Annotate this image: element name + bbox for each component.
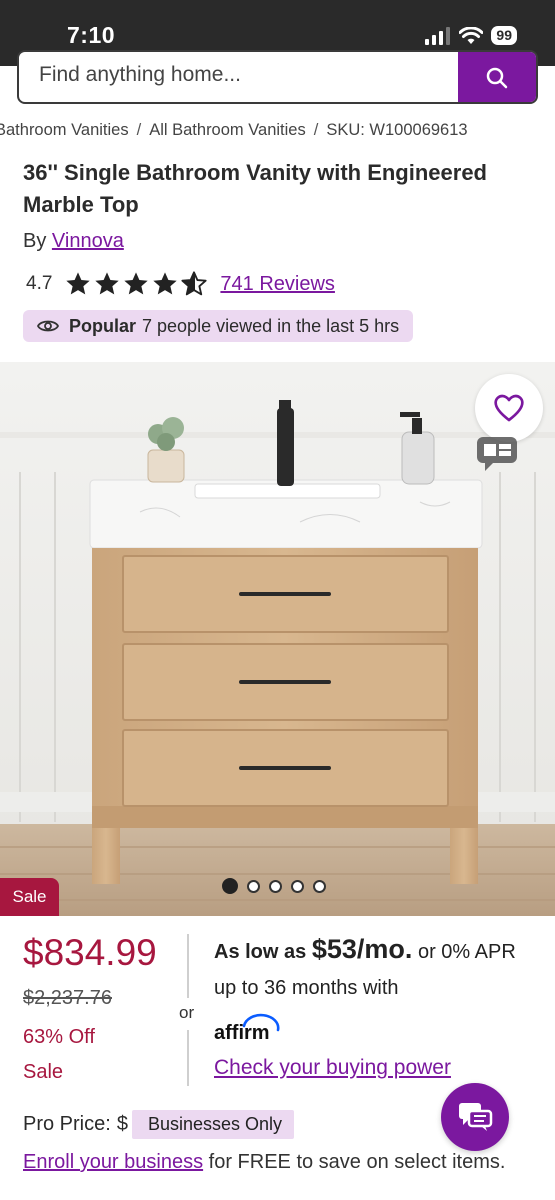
breadcrumb-item-bathroom-vanities[interactable]: Bathroom Vanities bbox=[0, 121, 129, 139]
status-icons: 99 bbox=[425, 26, 517, 45]
sale-tag: Sale bbox=[0, 878, 59, 916]
as-low-as-label: As low as bbox=[214, 941, 307, 963]
search-input[interactable] bbox=[39, 52, 459, 98]
popular-badge: Popular 7 people viewed in the last 5 hr… bbox=[23, 310, 414, 342]
affirm-logo: affirm bbox=[214, 1012, 284, 1047]
breadcrumb-sku: SKU: W100069613 bbox=[326, 121, 468, 139]
sale-price: $834.99 bbox=[23, 932, 157, 973]
image-carousel-dots bbox=[222, 878, 326, 894]
reviews-link[interactable]: 741 Reviews bbox=[220, 273, 335, 296]
chat-button[interactable] bbox=[441, 1083, 509, 1151]
pro-price-label: Pro Price: bbox=[23, 1113, 111, 1135]
pro-price-value: $ bbox=[116, 1113, 128, 1135]
businesses-only-badge: Businesses Only bbox=[131, 1110, 294, 1139]
search-icon bbox=[486, 67, 508, 89]
search-bar bbox=[17, 50, 538, 104]
star-icon bbox=[95, 272, 120, 295]
monthly-price: $53/mo. bbox=[311, 934, 413, 964]
carousel-dot[interactable] bbox=[291, 879, 304, 893]
enroll-business-description: for FREE to save on select items. bbox=[208, 1151, 506, 1173]
sale-label: Sale bbox=[23, 1061, 64, 1083]
enroll-business-text: Enroll your business for FREE to save on… bbox=[23, 1145, 543, 1179]
wifi-icon bbox=[459, 26, 484, 44]
breadcrumb-item-all-bathroom-vanities[interactable]: All Bathroom Vanities bbox=[149, 121, 306, 139]
check-buying-power-link[interactable]: Check your buying power bbox=[214, 1056, 451, 1080]
rating-row: 4.7 741 Reviews bbox=[26, 268, 335, 300]
signal-icon bbox=[425, 26, 451, 45]
carousel-dot[interactable] bbox=[222, 878, 238, 894]
compare-button[interactable] bbox=[459, 420, 535, 486]
compare-icon bbox=[477, 437, 517, 471]
enroll-business-link[interactable]: Enroll your business bbox=[23, 1151, 203, 1173]
product-title: 36'' Single Bathroom Vanity with Enginee… bbox=[23, 160, 487, 217]
star-rating bbox=[64, 270, 208, 298]
carousel-dot[interactable] bbox=[313, 879, 326, 893]
financing-offer: As low as $53/mo. or 0% APR up to 36 mon… bbox=[214, 931, 534, 1006]
half-star-icon bbox=[181, 271, 208, 296]
eye-icon bbox=[37, 320, 59, 332]
status-time: 7:10 bbox=[67, 22, 116, 48]
discount-percent: 63% Off bbox=[23, 1026, 95, 1048]
breadcrumb: Bathroom Vanities / All Bathroom Vanities /… bbox=[0, 121, 555, 140]
brand-link[interactable]: Vinnova bbox=[52, 230, 124, 252]
star-icon bbox=[124, 272, 149, 295]
brand-by-label: By bbox=[23, 230, 47, 252]
star-icon bbox=[153, 272, 178, 295]
star-icon bbox=[66, 272, 91, 295]
carousel-dot[interactable] bbox=[247, 879, 260, 893]
battery-indicator: 99 bbox=[491, 26, 517, 45]
rating-value: 4.7 bbox=[26, 273, 53, 294]
popular-text: 7 people viewed in the last 5 hrs bbox=[142, 315, 400, 336]
divider bbox=[187, 1030, 189, 1086]
pro-price-row: Pro Price: $ Businesses Only bbox=[23, 1110, 294, 1139]
breadcrumb-separator: / bbox=[313, 121, 319, 139]
or-separator: or bbox=[179, 1001, 195, 1025]
breadcrumb-separator: / bbox=[136, 121, 142, 139]
search-button[interactable] bbox=[458, 52, 536, 102]
divider bbox=[187, 934, 189, 998]
popular-label: Popular bbox=[69, 315, 137, 336]
original-price: $2,237.76 bbox=[23, 987, 112, 1009]
carousel-dot[interactable] bbox=[269, 879, 282, 893]
affirm-wordmark: affirm bbox=[214, 1022, 270, 1042]
product-brand: By Vinnova bbox=[23, 230, 124, 253]
heart-icon bbox=[494, 394, 524, 422]
chat-icon bbox=[459, 1103, 493, 1131]
